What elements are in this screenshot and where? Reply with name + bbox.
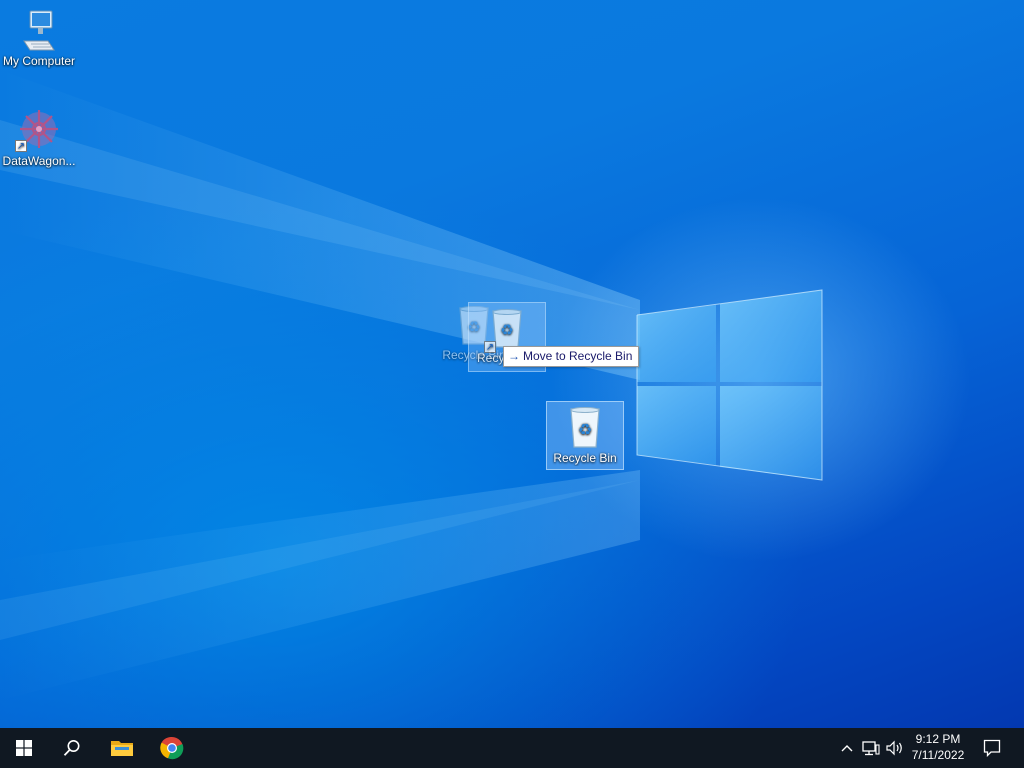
desktop-icon-recycle-bin[interactable]: ♻ Recycle Bin [546, 401, 624, 470]
clock-time: 9:12 PM [915, 732, 961, 746]
desktop-icon-label: Recycle Bin [553, 451, 617, 465]
desktop[interactable]: My Computer ↗ DataWagon... ♻ Recycle Bin [0, 0, 1024, 728]
taskbar: 9:12 PM 7/11/2022 [0, 728, 1024, 768]
file-explorer-button[interactable] [98, 728, 146, 768]
show-hidden-icons-button[interactable] [838, 738, 856, 758]
start-button[interactable] [0, 728, 48, 768]
drag-drop-tooltip: → Move to Recycle Bin [503, 346, 640, 367]
computer-icon [23, 10, 55, 51]
desktop-icon-label: DataWagon... [2, 154, 76, 168]
file-explorer-icon [111, 741, 133, 756]
start-windows-icon [16, 740, 32, 756]
volume-tray-button[interactable] [885, 738, 905, 758]
network-tray-button[interactable] [861, 738, 881, 758]
shortcut-arrow-icon: ↗ [484, 341, 496, 353]
desktop-icon-datawagon[interactable]: ↗ DataWagon... [0, 106, 78, 176]
svg-text:♻: ♻ [578, 422, 592, 439]
svg-text:♻: ♻ [500, 322, 513, 339]
chevron-up-icon [841, 745, 853, 752]
taskbar-clock[interactable]: 9:12 PM 7/11/2022 [905, 731, 971, 763]
desktop-icon-label: My Computer [2, 54, 76, 68]
network-icon [862, 741, 880, 756]
move-arrow-icon: → [508, 349, 520, 363]
recycle-bin-icon: ♻ [570, 407, 600, 448]
drag-drop-tooltip-text: Move to Recycle Bin [523, 349, 633, 363]
shortcut-arrow-icon: ↗ [15, 140, 27, 152]
desktop-icon-my-computer[interactable]: My Computer [0, 8, 78, 76]
action-center-button[interactable] [980, 738, 1004, 758]
windows-logo-wallpaper [636, 289, 823, 481]
search-icon [63, 740, 80, 756]
volume-icon [886, 740, 902, 756]
chrome-button[interactable] [148, 728, 196, 768]
clock-date: 7/11/2022 [911, 748, 965, 762]
chrome-icon [160, 736, 184, 760]
search-button[interactable] [48, 728, 96, 768]
action-center-icon [983, 739, 1001, 757]
